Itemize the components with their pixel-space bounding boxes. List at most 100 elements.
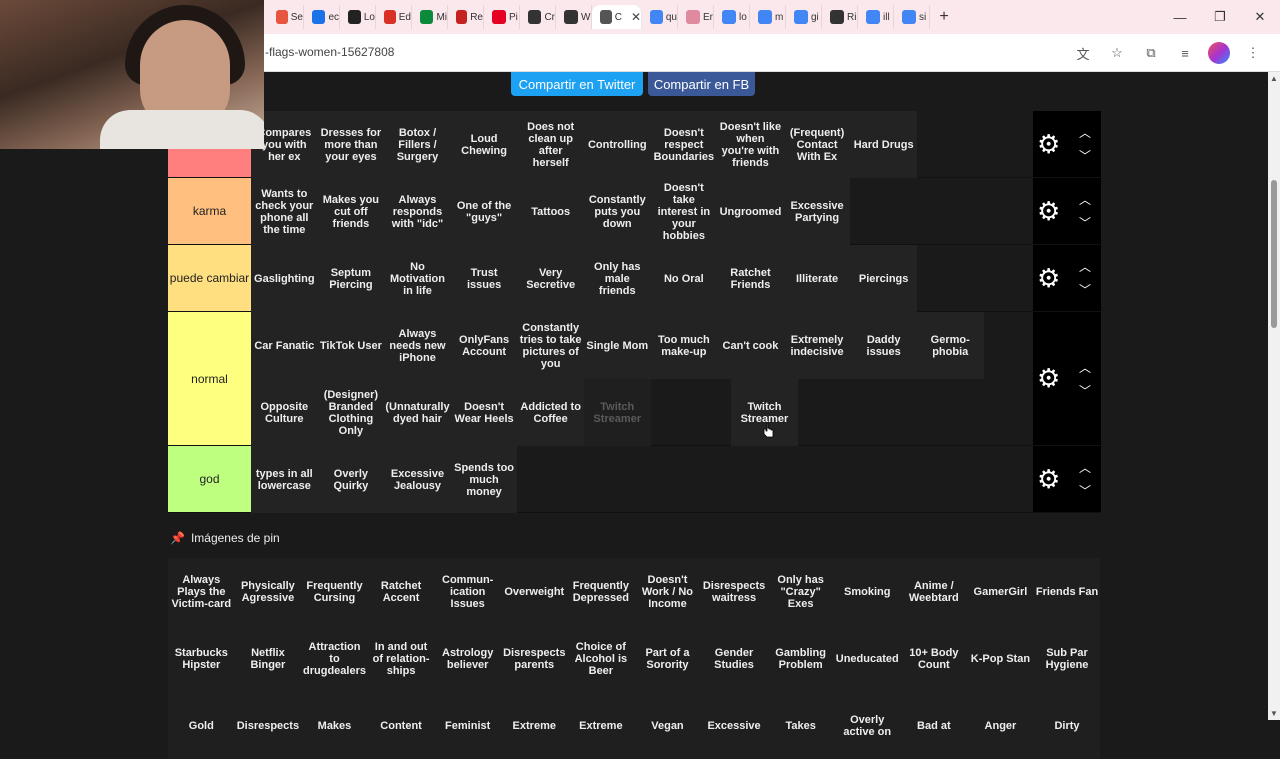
pool-item[interactable]: Makes [301, 692, 368, 759]
pool-item[interactable]: Vegan [634, 692, 701, 759]
close-window-button[interactable]: ✕ [1240, 0, 1280, 34]
pool-item[interactable]: Extreme [567, 692, 635, 759]
tier-item[interactable]: Spends too much money [450, 446, 518, 513]
browser-tab[interactable]: Se [268, 5, 304, 29]
restore-button[interactable]: ❐ [1200, 0, 1240, 34]
pool-item[interactable]: Choice of Alcohol is Beer [567, 625, 635, 692]
pool-item[interactable]: GamerGirl [967, 558, 1034, 625]
tier-item[interactable]: One of the "guys" [450, 178, 518, 245]
pool-item[interactable]: Takes [767, 692, 834, 759]
tier-item[interactable]: Gaslighting [251, 245, 318, 312]
tier-item[interactable]: Controlling [583, 111, 651, 178]
tier-label[interactable]: karma [168, 178, 251, 244]
tier-item[interactable]: Septum Piercing [317, 245, 385, 312]
pool-item[interactable]: Astrology believer [434, 625, 501, 692]
pool-item[interactable]: 10+ Body Count [900, 625, 968, 692]
scrollbar-thumb[interactable] [1271, 180, 1277, 328]
tier-item[interactable]: Doesn't like when you're with friends [717, 111, 784, 178]
tier-item[interactable]: Wants to check your phone all the time [251, 178, 318, 245]
tier-item[interactable]: Single Mom [583, 312, 651, 379]
pool-item[interactable]: Only has "Crazy" Exes [767, 558, 834, 625]
pool-item[interactable]: In and out of relation-ships [367, 625, 435, 692]
chevron-up-icon[interactable]: ︿ [1079, 359, 1091, 376]
pool-item[interactable]: Physically Agressive [234, 558, 302, 625]
tier-item[interactable]: Does not clean up after herself [517, 111, 584, 178]
chevron-up-icon[interactable]: ︿ [1079, 191, 1091, 208]
tier-item[interactable]: Constantly puts you down [583, 178, 651, 245]
chevron-down-icon[interactable]: ﹀ [1079, 382, 1091, 399]
tier-item[interactable]: Doesn't take interest in your hobbies [650, 178, 718, 245]
tier-item[interactable]: Piercings [850, 245, 917, 312]
browser-tab[interactable]: Er [678, 5, 714, 29]
tier-item[interactable]: Botox / Fillers / Surgery [384, 111, 451, 178]
tier-item[interactable]: Only has male friends [583, 245, 651, 312]
pool-item[interactable]: Always Plays the Victim-card [168, 558, 235, 625]
chevron-down-icon[interactable]: ﹀ [1079, 214, 1091, 231]
pool-item[interactable]: Overweight [500, 558, 568, 625]
page-scrollbar[interactable]: ▲ ▼ [1268, 72, 1280, 720]
tier-item[interactable]: TikTok User [317, 312, 385, 379]
tier-item[interactable]: Excessive Jealousy [384, 446, 451, 513]
tier-item[interactable]: Addicted to Coffee [517, 379, 584, 446]
browser-tab[interactable]: C ✕ [592, 5, 642, 29]
gear-icon[interactable]: ⚙ [1037, 464, 1060, 495]
chevron-down-icon[interactable]: ﹀ [1079, 482, 1091, 499]
tier-item[interactable]: Daddy issues [850, 312, 917, 379]
browser-tab[interactable]: si [894, 5, 930, 29]
pool-item[interactable]: Gold [168, 692, 235, 759]
pool-item[interactable]: Feminist [434, 692, 501, 759]
tier-item[interactable]: Makes you cut off friends [317, 178, 385, 245]
tier-item[interactable]: Doesn't respect Boundaries [650, 111, 718, 178]
tier-item[interactable]: Constantly tries to take pictures of you [517, 312, 584, 379]
tier-item[interactable]: Trust issues [450, 245, 518, 312]
tier-item[interactable]: Tattoos [517, 178, 584, 245]
pool-item[interactable]: Netflix Binger [234, 625, 302, 692]
tier-item[interactable]: Too much make-up [650, 312, 718, 379]
pool-item[interactable]: Bad at [900, 692, 968, 759]
tier-label[interactable]: puede cambiar [168, 245, 251, 311]
browser-tab[interactable]: Ed [376, 5, 412, 29]
browser-tab[interactable]: Pi [484, 5, 520, 29]
tier-item[interactable]: Germo-phobia [916, 312, 984, 379]
pool-item[interactable]: Anime / Weebtard [900, 558, 968, 625]
chevron-up-icon[interactable]: ︿ [1079, 124, 1091, 141]
pool-item[interactable]: Gender Studies [700, 625, 768, 692]
pool-item[interactable]: Attraction to drugdealers [301, 625, 368, 692]
tier-item[interactable]: Very Secretive [517, 245, 584, 312]
tier-label[interactable]: god [168, 446, 251, 512]
gear-icon[interactable]: ⚙ [1037, 129, 1060, 160]
pool-item[interactable]: Sub Par Hygiene [1033, 625, 1101, 692]
pool-item[interactable]: Smoking [833, 558, 901, 625]
scroll-down-icon[interactable]: ▼ [1270, 709, 1278, 718]
media-control-icon[interactable]: ≡ [1174, 42, 1196, 64]
browser-tab[interactable]: qu [642, 5, 678, 29]
pool-item[interactable]: Commun-ication Issues [434, 558, 501, 625]
pool-item[interactable]: Frequently Depressed [567, 558, 635, 625]
pool-item[interactable]: Part of a Sorority [634, 625, 701, 692]
profile-avatar[interactable] [1208, 42, 1230, 64]
translate-icon[interactable]: 文 [1072, 42, 1094, 64]
menu-kebab-icon[interactable]: ⋮ [1242, 42, 1264, 64]
gear-icon[interactable]: ⚙ [1037, 263, 1060, 294]
tier-item[interactable]: (Frequent) Contact With Ex [783, 111, 851, 178]
pool-item[interactable]: Content [367, 692, 435, 759]
new-tab-button[interactable]: + [930, 5, 958, 29]
tier-item[interactable]: Always needs new iPhone [384, 312, 451, 379]
pool-item[interactable]: Excessive [700, 692, 768, 759]
pool-item[interactable]: Gambling Problem [767, 625, 834, 692]
tier-item[interactable]: Hard Drugs [850, 111, 917, 178]
tier-item[interactable]: Loud Chewing [450, 111, 518, 178]
scroll-up-icon[interactable]: ▲ [1270, 74, 1278, 83]
pool-item[interactable]: Uneducated [833, 625, 901, 692]
extensions-icon[interactable]: ⧉ [1140, 42, 1162, 64]
tier-item[interactable]: Dresses for more than your eyes [317, 111, 385, 178]
tier-item[interactable]: No Oral [650, 245, 718, 312]
chevron-up-icon[interactable]: ︿ [1079, 258, 1091, 275]
pool-item[interactable]: K-Pop Stan [967, 625, 1034, 692]
pool-item[interactable]: Doesn't Work / No Income [634, 558, 701, 625]
tier-item[interactable]: Ratchet Friends [717, 245, 784, 312]
gear-icon[interactable]: ⚙ [1037, 196, 1060, 227]
pool-item[interactable]: Friends Fan [1033, 558, 1101, 625]
pool-item[interactable]: Overly active on [833, 692, 901, 759]
url-text[interactable]: -flags-women-15627808 [265, 45, 394, 59]
